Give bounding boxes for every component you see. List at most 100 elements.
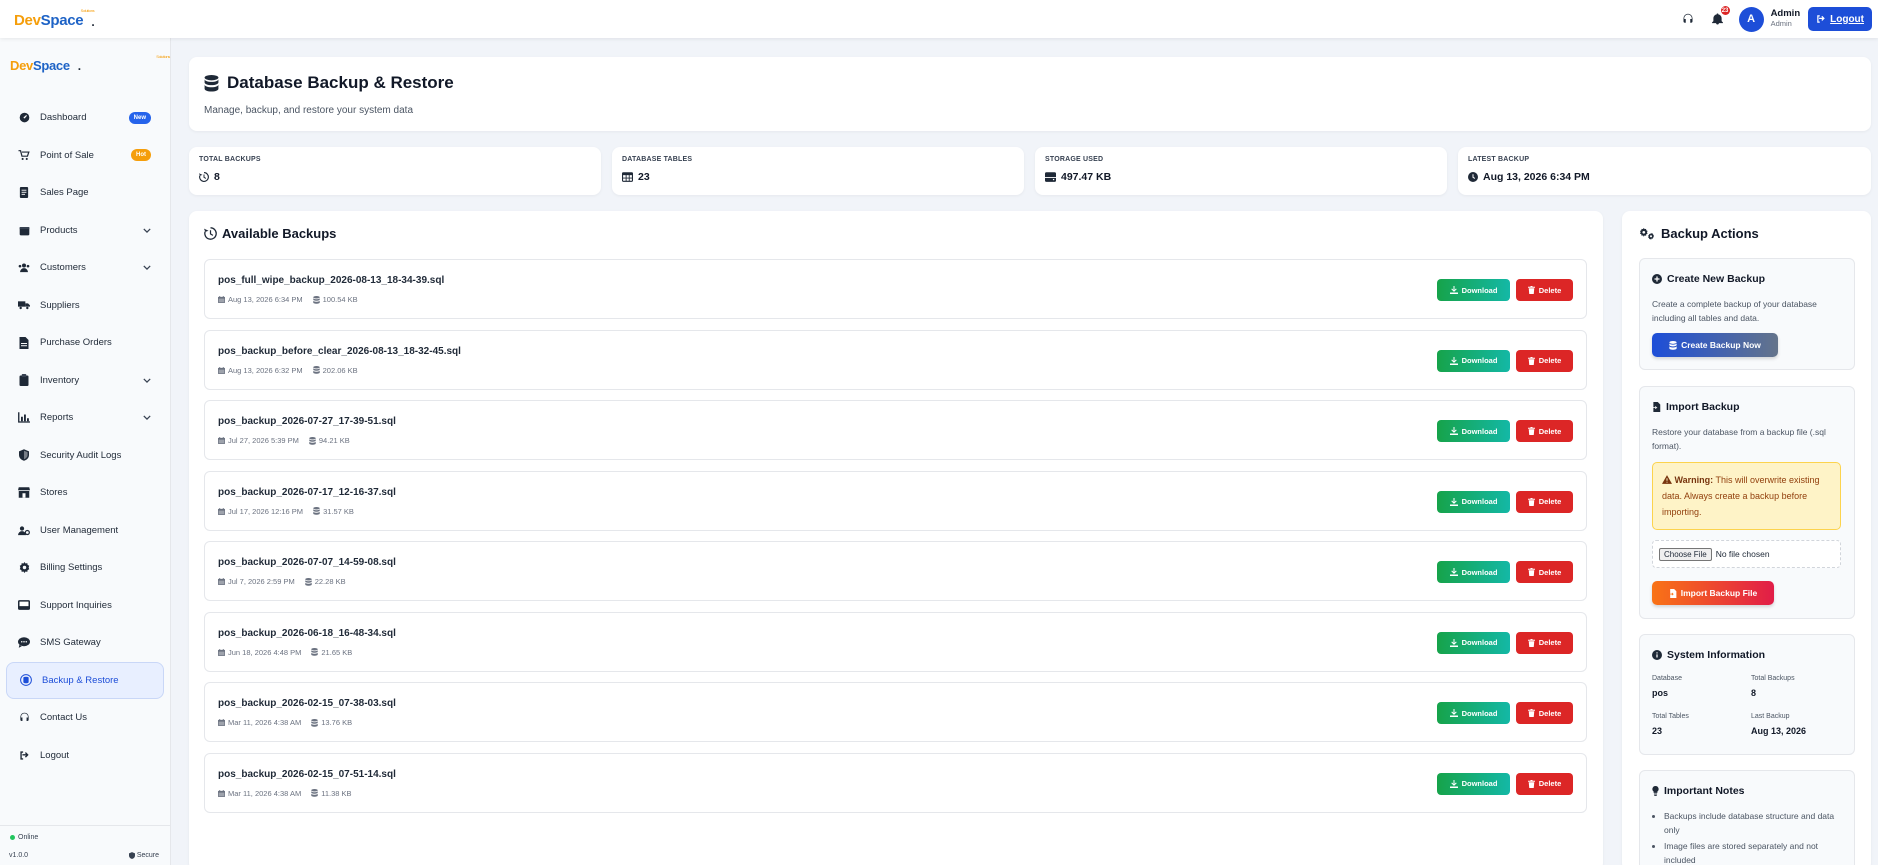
backups-title-text: Available Backups [222,226,337,241]
download-button-label: Download [1461,356,1498,365]
create-backup-title-text: Create New Backup [1667,273,1766,285]
stat-value-text: 8 [214,171,220,183]
delete-button[interactable]: Delete [1516,349,1573,372]
sidebar-item-contact-us[interactable]: Contact Us [0,699,170,737]
sidebar-item-label: Contact Us [40,712,87,724]
sidebar-nav: Dashboard New Point of Sale Hot Sales Pa… [0,99,170,774]
delete-button[interactable]: Delete [1516,279,1573,301]
logout-button-label: Logout [1830,13,1864,25]
backup-row: pos_backup_2026-02-15_07-51-14.sql Mar 11… [204,752,1587,813]
brand-logo[interactable]: Dev Space Solutions . [14,8,95,29]
sidebar-item-sales-page[interactable]: Sales Page [0,174,170,212]
topbar: Dev Space Solutions . 23 A Admin Admin Lo… [0,0,1878,38]
create-backup-button[interactable]: Create Backup Now [1652,333,1778,357]
note-item: Image files are stored separately and no… [1664,839,1847,865]
delete-button[interactable]: Delete [1516,490,1573,513]
download-icon [1449,709,1458,717]
backup-meta: Jul 7, 2026 2:59 PM 22.28 KB [218,577,356,586]
important-notes-panel: Important Notes Backups include database… [1639,770,1855,865]
import-backup-button[interactable]: Import Backup File [1652,581,1774,605]
choose-file-button[interactable]: Choose File [1659,547,1712,561]
sidebar-item-reports[interactable]: Reports [0,399,170,437]
backup-row: pos_backup_2026-07-27_17-39-51.sql Jul 27… [204,400,1587,460]
user-role: Admin [1770,19,1792,29]
delete-button-label: Delete [1538,356,1562,365]
download-button[interactable]: Download [1437,490,1510,513]
sidebar-item-stores[interactable]: Stores [0,474,170,512]
sysinfo-total-backups: Total Backups 8 [1751,675,1849,698]
delete-button[interactable]: Delete [1516,702,1573,724]
delete-button[interactable]: Delete [1516,561,1573,583]
notes-list: Backups include database structure and d… [1652,809,1847,865]
gauge-icon [18,112,30,124]
bell-icon[interactable]: 23 [1707,6,1730,30]
clock-icon [1468,172,1478,182]
sidebar-item-point-of-sale[interactable]: Point of Sale Hot [0,137,170,175]
download-button[interactable]: Download [1437,349,1510,372]
file-import-icon [1652,402,1661,412]
sidebar-item-billing-settings[interactable]: Billing Settings [0,549,170,587]
sidebar-item-backup-restore[interactable]: Backup & Restore [6,661,164,699]
online-dot-icon [10,835,15,840]
calendar-icon [218,366,225,374]
backup-filename: pos_backup_2026-06-18_16-48-34.sql [218,627,396,639]
backup-size: 202.06 KB [312,366,358,375]
backup-size-text: 21.65 KB [321,647,353,657]
calendar-icon [218,507,225,515]
download-icon [1449,568,1458,576]
calendar-icon [218,789,225,797]
sidebar-item-label: Backup & Restore [42,674,119,686]
download-button[interactable]: Download [1437,702,1510,724]
delete-button[interactable]: Delete [1516,772,1573,795]
download-button[interactable]: Download [1437,631,1510,654]
sidebar-item-user-management[interactable]: User Management [0,512,170,550]
sidebar-item-inventory[interactable]: Inventory [0,362,170,400]
actions-title: Backup Actions [1639,226,1759,241]
lightbulb-icon [1652,786,1659,796]
calendar-icon [218,437,225,444]
available-backups-panel: Available Backups pos_full_wipe_backup_2… [189,211,1603,865]
avatar[interactable]: A [1738,6,1764,32]
sidebar-item-suppliers[interactable]: Suppliers [0,287,170,325]
backup-row: pos_full_wipe_backup_2026-08-13_18-34-39… [204,259,1587,319]
download-button-label: Download [1461,497,1498,506]
sidebar-item-purchase-orders[interactable]: Purchase Orders [0,324,170,362]
logout-button[interactable]: Logout [1808,7,1872,31]
actions-title-text: Backup Actions [1661,226,1759,241]
sidebar-brand-logo[interactable]: Dev Space Solutions . [10,54,170,73]
download-button[interactable]: Download [1437,279,1510,301]
sidebar-item-sms-gateway[interactable]: SMS Gateway [0,624,170,662]
brand-part2: Space [40,11,84,29]
stat-label: DATABASE TABLES [622,156,693,163]
download-button[interactable]: Download [1437,561,1510,583]
sidebar-item-security-audit-logs[interactable]: Security Audit Logs [0,437,170,475]
delete-button[interactable]: Delete [1516,420,1573,442]
database-icon [20,674,32,687]
sidebar-item-customers[interactable]: Customers [0,249,170,287]
page-title: Database Backup & Restore [204,73,454,93]
download-button[interactable]: Download [1437,420,1510,442]
truck-icon [18,299,30,311]
brand-tagline: Solutions [80,7,95,13]
sysinfo-label: Database [1652,675,1682,682]
user-info[interactable]: Admin Admin [1770,8,1801,29]
sidebar-item-support-inquiries[interactable]: Support Inquiries [0,587,170,625]
headset-icon[interactable] [1677,8,1699,30]
stat-label: LATEST BACKUP [1468,156,1530,163]
download-button-label: Download [1461,638,1498,647]
download-button[interactable]: Download [1437,772,1510,795]
delete-button-label: Delete [1538,567,1562,577]
sidebar-item-products[interactable]: Products [0,212,170,250]
sidebar-item-dashboard[interactable]: Dashboard New [0,99,170,137]
download-button-label: Download [1461,708,1498,718]
backup-actions-panel: Backup Actions Create New Backup Create … [1622,211,1871,865]
backup-file-input[interactable]: Choose File No file chosen [1652,540,1841,568]
brand-dot: . [91,14,95,29]
delete-button-label: Delete [1538,497,1562,506]
delete-button[interactable]: Delete [1516,631,1573,654]
chevron-down-icon [143,228,151,233]
backup-date: Jun 18, 2026 4:48 PM [218,648,301,657]
database-icon [204,74,219,92]
sysinfo-value: 8 [1751,688,1757,698]
sidebar-item-logout[interactable]: Logout [0,737,170,775]
